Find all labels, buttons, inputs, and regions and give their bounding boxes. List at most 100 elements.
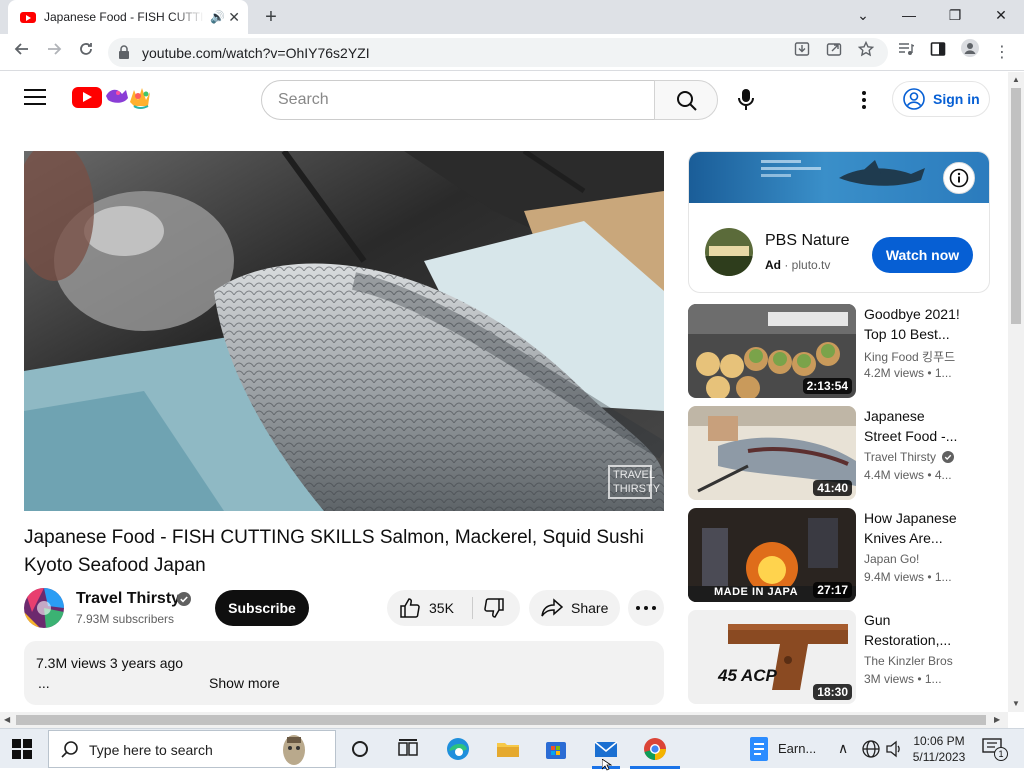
file-explorer-icon[interactable] [494, 735, 522, 763]
install-app-icon[interactable] [788, 39, 816, 67]
ad-domain: · pluto.tv [784, 258, 831, 272]
watch-now-button[interactable]: Watch now [872, 237, 973, 273]
speaker-icon[interactable]: 🔊 [210, 10, 225, 24]
description-box[interactable]: 7.3M views 3 years ago ... Show more [24, 641, 664, 705]
video-owner-row: Travel Thirsty 7.93M subscribers Subscri… [24, 586, 664, 630]
taskbar-earn-app[interactable]: Earn... [740, 729, 830, 769]
scroll-left-arrow-icon[interactable]: ◀ [4, 715, 10, 724]
recommended-video[interactable]: 41:40 Japanese Street Food -... Travel T… [688, 406, 990, 500]
voice-search-button[interactable] [728, 80, 764, 120]
tab-close-icon[interactable]: ✕ [228, 9, 240, 26]
close-window-button[interactable]: ✕ [978, 0, 1024, 30]
restore-button[interactable]: ❐ [932, 0, 978, 30]
notification-center-button[interactable]: 1 [982, 738, 1008, 761]
search-button[interactable] [654, 80, 718, 120]
side-panel-icon[interactable] [924, 39, 952, 67]
dislike-button[interactable] [473, 590, 520, 626]
youtube-logo-icon[interactable] [72, 87, 102, 108]
address-bar[interactable]: youtube.com/watch?v=OhIY76s2YZI [108, 38, 888, 67]
task-view-icon[interactable] [394, 735, 422, 763]
recommended-title[interactable]: Gun Restoration,... [864, 610, 976, 650]
share-arrow-icon [541, 598, 563, 617]
scroll-up-arrow-icon[interactable]: ▲ [1012, 75, 1020, 84]
media-controls-icon[interactable] [892, 39, 920, 67]
title-line-1: Gun [864, 612, 891, 628]
browser-tab-youtube[interactable]: Japanese Food - FISH CUTTING SKILLS 🔊 ✕ [8, 0, 248, 34]
microsoft-store-icon[interactable] [542, 735, 570, 763]
more-actions-button[interactable] [628, 590, 664, 626]
forward-arrow-icon[interactable] [40, 39, 68, 67]
reload-icon[interactable] [72, 39, 100, 67]
recommended-video[interactable]: MADE IN JAPA 27:17 How Japanese Knives A… [688, 508, 990, 602]
video-frame-image [24, 151, 664, 511]
video-thumbnail[interactable]: 2:13:54 [688, 304, 856, 398]
recommended-title[interactable]: Japanese Street Food -... [864, 406, 976, 446]
subscribe-button[interactable]: Subscribe [215, 590, 309, 626]
like-button[interactable]: 35K [387, 590, 472, 626]
search-icon [61, 741, 78, 758]
video-duration: 18:30 [813, 684, 852, 700]
network-globe-icon[interactable] [862, 740, 880, 758]
recommended-channel[interactable]: King Food 킹푸드 [864, 348, 955, 365]
title-line-2: Street Food -... [864, 428, 958, 444]
settings-more-icon[interactable] [852, 86, 876, 114]
tab-search-chevron-icon[interactable]: ⌄ [840, 0, 886, 30]
youtube-favicon-icon [20, 11, 36, 23]
edge-browser-icon[interactable] [444, 735, 472, 763]
chrome-menu-icon[interactable]: ⋮ [988, 39, 1016, 67]
hamburger-menu-icon[interactable] [24, 89, 46, 109]
recommended-channel[interactable]: Travel Thirsty [864, 450, 955, 464]
title-line-2: Top 10 Best... [864, 326, 950, 342]
search-input[interactable]: Search [261, 80, 655, 120]
video-thumbnail[interactable]: MADE IN JAPA 27:17 [688, 508, 856, 602]
ad-info-button[interactable] [943, 162, 975, 194]
show-more-button[interactable]: Show more [209, 675, 280, 691]
minimize-button[interactable]: — [886, 0, 932, 30]
recommended-channel[interactable]: The Kinzler Bros [864, 654, 953, 668]
search-highlight-image [283, 735, 305, 765]
share-page-icon[interactable] [820, 39, 848, 67]
horizontal-scroll-thumb[interactable] [16, 715, 986, 725]
vertical-scrollbar[interactable]: ▲ ▼ [1008, 72, 1024, 712]
recommended-channel[interactable]: Japan Go! [864, 552, 919, 566]
chrome-icon[interactable] [641, 735, 669, 763]
back-arrow-icon[interactable] [8, 39, 36, 67]
video-thumbnail[interactable]: 41:40 [688, 406, 856, 500]
channel-name[interactable]: Travel Thirsty [76, 590, 180, 608]
scroll-right-arrow-icon[interactable]: ▶ [994, 715, 1000, 724]
profile-icon[interactable] [956, 39, 984, 67]
system-clock[interactable]: 10:06 PM 5/11/2023 [906, 733, 972, 765]
video-thumbnail[interactable]: 45 ACP 18:30 [688, 610, 856, 704]
channel-avatar[interactable] [24, 588, 64, 628]
sign-in-button[interactable]: Sign in [892, 81, 990, 117]
recommended-video[interactable]: 2:13:54 Goodbye 2021! Top 10 Best... Kin… [688, 304, 990, 398]
vertical-scroll-thumb[interactable] [1011, 88, 1021, 324]
thumbnail-caption: MADE IN JAPA [714, 586, 799, 598]
show-hidden-icons-chevron[interactable]: ∧ [838, 740, 848, 757]
windows-start-icon[interactable] [12, 739, 32, 759]
share-button[interactable]: Share [529, 590, 620, 626]
video-player[interactable]: TRAVEL THIRSTY [24, 151, 664, 511]
recommended-video[interactable]: 45 ACP 18:30 Gun Restoration,... The Kin… [688, 610, 990, 704]
recommended-title[interactable]: Goodbye 2021! Top 10 Best... [864, 304, 976, 344]
video-duration: 41:40 [813, 480, 852, 496]
new-tab-button[interactable]: + [258, 4, 284, 30]
advertiser-avatar[interactable] [705, 228, 753, 276]
verified-badge-icon [942, 451, 955, 463]
search-icon [677, 91, 697, 111]
microphone-icon [738, 89, 754, 110]
bookmark-star-icon[interactable] [852, 39, 880, 67]
cortana-icon[interactable] [346, 735, 374, 763]
taskbar-search-box[interactable]: Type here to search [48, 730, 336, 768]
recommended-title[interactable]: How Japanese Knives Are... [864, 508, 976, 548]
lock-icon [119, 45, 129, 59]
more-horizontal-icon [636, 606, 656, 610]
recommended-stats: 9.4M views • 1... [864, 570, 952, 584]
volume-icon[interactable] [885, 740, 903, 758]
youtube-doodle-icon[interactable] [104, 84, 158, 110]
scroll-down-arrow-icon[interactable]: ▼ [1012, 699, 1020, 708]
like-dislike-group: 35K [387, 590, 520, 626]
ad-title[interactable]: PBS Nature [765, 232, 849, 250]
horizontal-scrollbar[interactable]: ◀ ▶ [0, 712, 1008, 728]
sponsored-ad-card[interactable]: PBS Nature Ad · pluto.tv Watch now [688, 151, 990, 293]
